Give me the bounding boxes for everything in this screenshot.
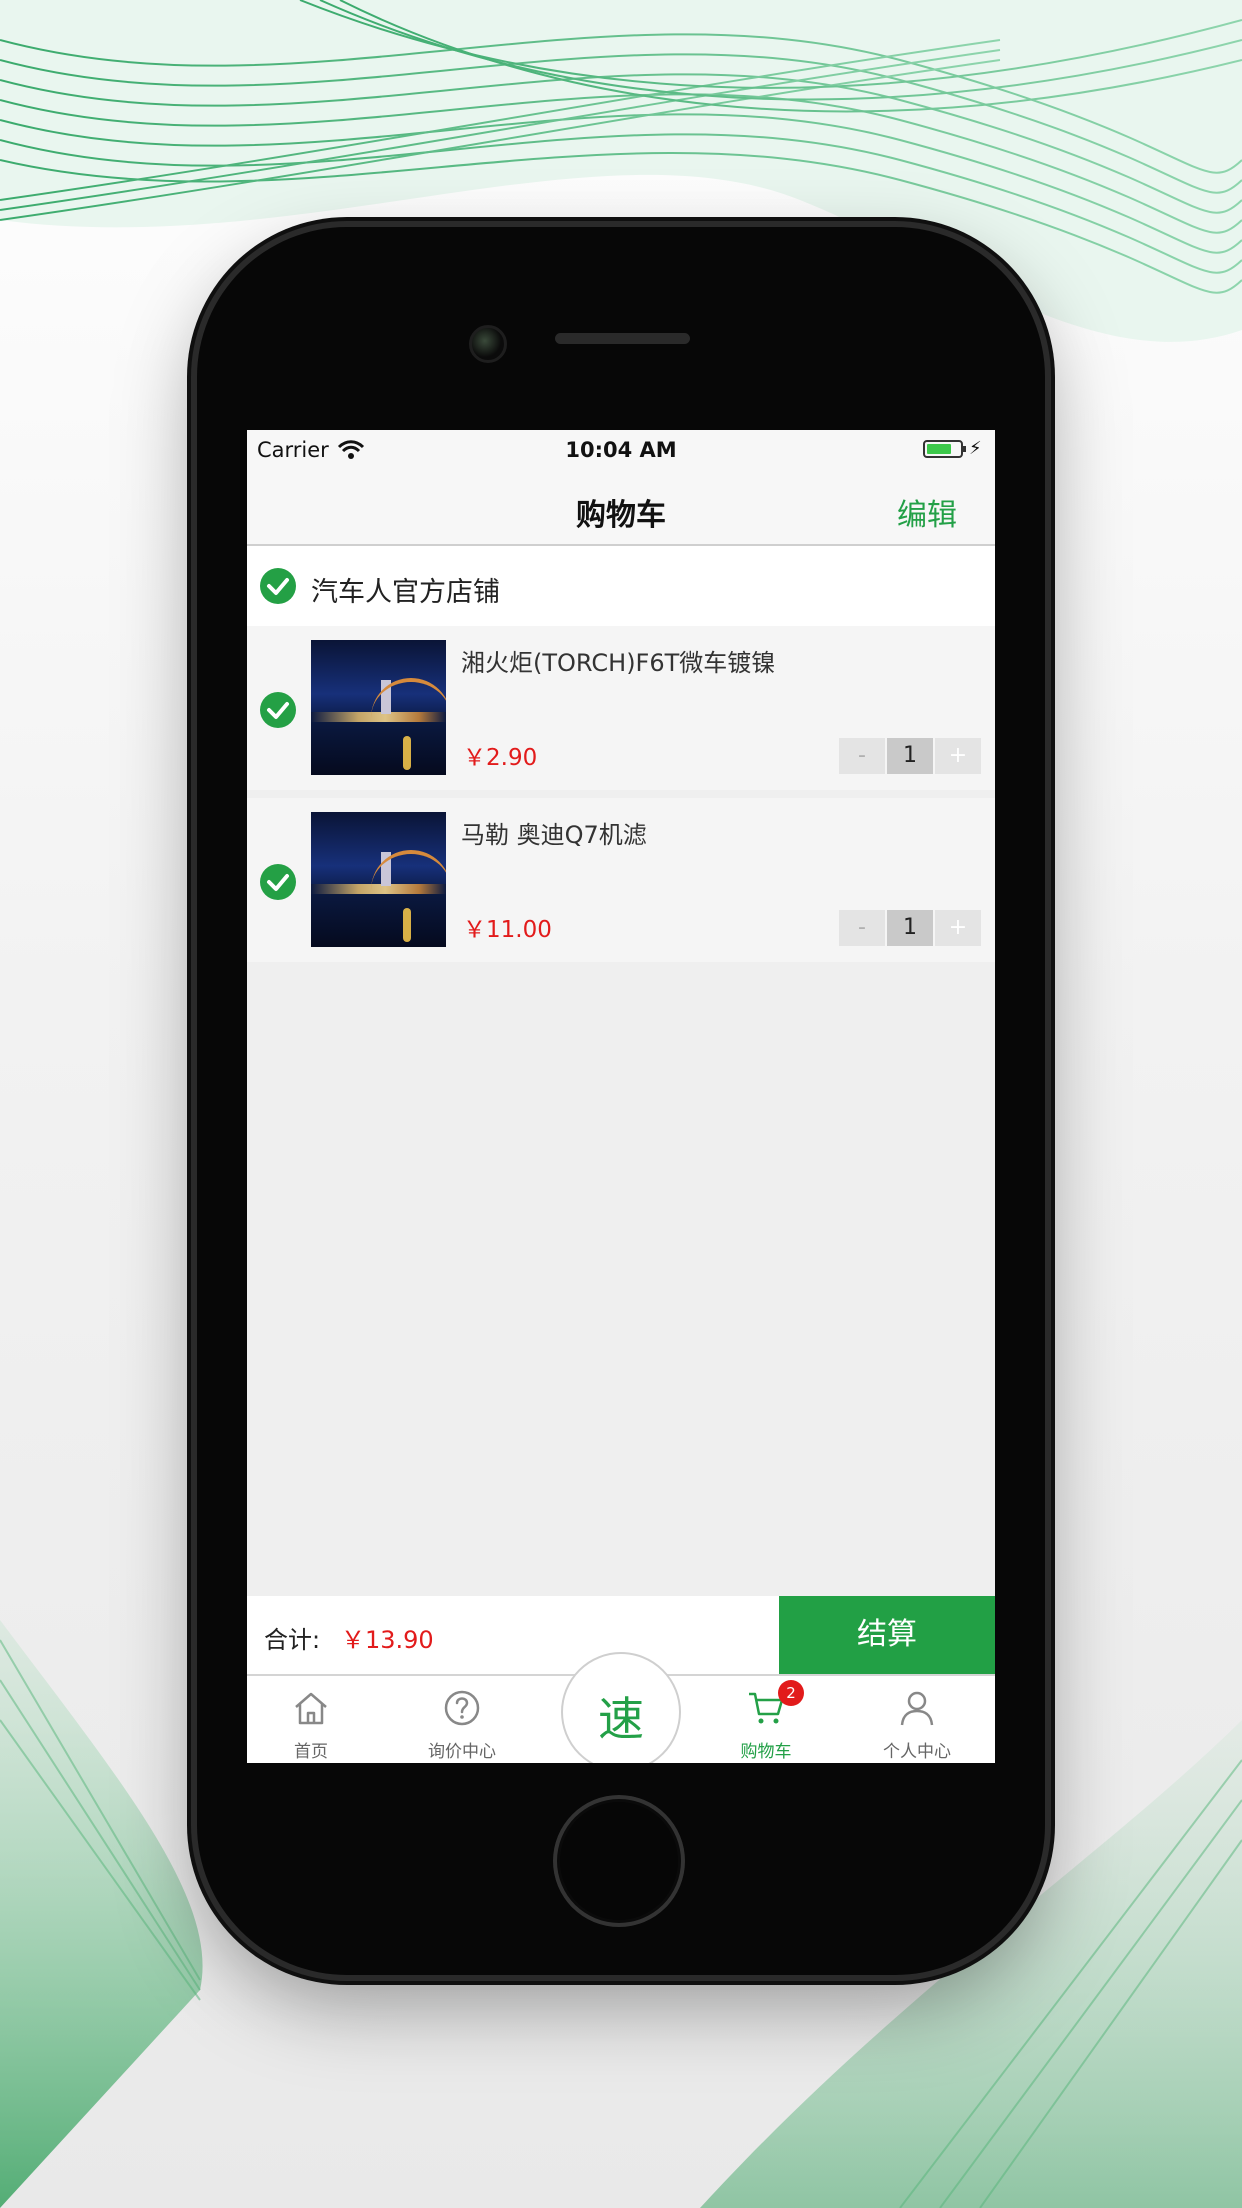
home-button (553, 1795, 685, 1927)
product-price: ￥2.90 (463, 745, 538, 771)
tab-cart[interactable]: 2 购物车 (706, 1676, 826, 1763)
decrease-quantity-button[interactable]: - (839, 738, 885, 774)
status-time: 10:04 AM (565, 438, 677, 462)
nav-bar: 购物车 编辑 (247, 470, 995, 546)
cart-badge: 2 (778, 1680, 804, 1706)
decrease-quantity-button[interactable]: - (839, 910, 885, 946)
product-thumbnail[interactable] (311, 640, 446, 775)
total-label: 合计: (264, 1626, 321, 1654)
check-icon (267, 578, 289, 595)
quantity-value[interactable]: 1 (887, 738, 933, 774)
product-name[interactable]: 马勒 奥迪Q7机滤 (461, 815, 647, 850)
tab-profile[interactable]: 个人中心 (857, 1676, 977, 1763)
check-icon (267, 702, 289, 719)
checkout-button[interactable]: 结算 (779, 1596, 995, 1674)
battery-icon (923, 440, 966, 458)
page-title: 购物车 (576, 498, 666, 533)
front-camera (469, 325, 507, 363)
shop-header: 汽车人官方店铺 (247, 546, 995, 626)
earpiece-speaker (555, 333, 690, 344)
charging-bolt-icon: ⚡ (969, 438, 982, 459)
cart-item: 马勒 奥迪Q7机滤 ￥11.00 - 1 + (247, 798, 995, 962)
increase-quantity-button[interactable]: + (935, 738, 981, 774)
product-thumbnail[interactable] (311, 812, 446, 947)
item-select-checkbox[interactable] (260, 864, 296, 900)
tab-label: 首页 (294, 1742, 328, 1762)
shop-select-checkbox[interactable] (260, 568, 296, 604)
product-name[interactable]: 湘火炬(TORCH)F6T微车镀镍 (461, 643, 775, 678)
cart-item: 湘火炬(TORCH)F6T微车镀镍 ￥2.90 - 1 + (247, 626, 995, 790)
product-price: ￥11.00 (463, 917, 552, 943)
quick-order-label: 速 (598, 1692, 644, 1746)
home-icon (295, 1692, 327, 1725)
shop-name: 汽车人官方店铺 (311, 577, 500, 608)
increase-quantity-button[interactable]: + (935, 910, 981, 946)
question-icon (444, 1690, 480, 1726)
total-amount: ￥13.90 (341, 1626, 434, 1654)
item-select-checkbox[interactable] (260, 692, 296, 728)
tab-home[interactable]: 首页 (251, 1676, 371, 1763)
tab-label: 个人中心 (883, 1742, 951, 1762)
quick-order-button[interactable]: 速 (561, 1652, 681, 1763)
user-icon (900, 1691, 934, 1726)
tab-label: 购物车 (740, 1742, 792, 1762)
quantity-stepper: - 1 + (839, 910, 981, 946)
app-screen: Carrier 10:04 AM ⚡ 购物车 编辑 汽车人官方店铺 湘火炬(TO… (247, 430, 995, 1763)
quantity-value[interactable]: 1 (887, 910, 933, 946)
edit-button[interactable]: 编辑 (897, 490, 957, 534)
tab-label: 询价中心 (428, 1742, 496, 1762)
quantity-stepper: - 1 + (839, 738, 981, 774)
status-bar: Carrier 10:04 AM ⚡ (247, 430, 995, 470)
check-icon (267, 874, 289, 891)
tab-inquiry-center[interactable]: 询价中心 (402, 1676, 522, 1763)
